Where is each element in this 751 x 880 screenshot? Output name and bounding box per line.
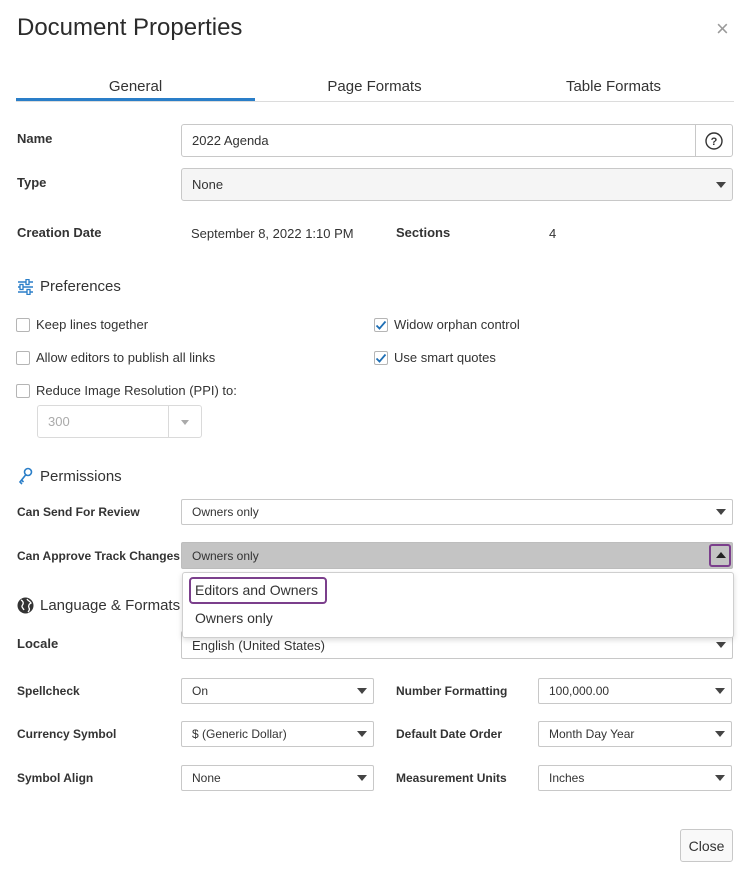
locale-value: English (United States) (192, 637, 325, 653)
symbol-align-label: Symbol Align (17, 771, 94, 785)
active-tab-indicator (16, 98, 255, 101)
date-order-label: Default Date Order (396, 727, 503, 741)
locale-label: Locale (17, 636, 59, 651)
dropdown-option-editors-and-owners[interactable]: Editors and Owners (195, 582, 318, 598)
number-formatting-select[interactable]: 100,000.00 (538, 678, 732, 704)
language-heading: Language & Formats (17, 597, 180, 614)
globe-icon (17, 597, 34, 614)
preferences-heading: Preferences (17, 278, 121, 295)
number-formatting-value: 100,000.00 (549, 684, 610, 698)
sections-label: Sections (396, 225, 451, 240)
measurement-units-value: Inches (549, 771, 585, 785)
keep-lines-checkbox[interactable] (16, 317, 30, 332)
creation-date-value: September 8, 2022 1:10 PM (191, 226, 354, 241)
chevron-down-icon (715, 775, 725, 781)
approve-label: Can Approve Track Changes (17, 549, 180, 563)
tab-page-formats[interactable]: Page Formats (255, 78, 494, 95)
name-input[interactable]: 2022 Agenda (181, 124, 696, 157)
close-button[interactable]: Close (680, 829, 733, 862)
creation-date-label: Creation Date (17, 225, 102, 240)
chevron-down-icon (716, 509, 726, 515)
chevron-down-icon (715, 731, 725, 737)
type-select-value: None (192, 177, 224, 192)
chevron-down-icon (181, 420, 189, 425)
reduce-image-option[interactable]: Reduce Image Resolution (PPI) to: (16, 383, 237, 398)
help-button[interactable]: ? (695, 124, 733, 157)
symbol-align-select[interactable]: None (181, 765, 374, 791)
widow-orphan-label: Widow orphan control (394, 317, 520, 332)
currency-label: Currency Symbol (17, 727, 117, 741)
spellcheck-label: Spellcheck (17, 684, 80, 698)
allow-editors-option[interactable]: Allow editors to publish all links (16, 350, 215, 365)
widow-orphan-option[interactable]: Widow orphan control (374, 317, 520, 332)
chevron-up-icon (716, 552, 726, 558)
send-review-label: Can Send For Review (17, 505, 140, 519)
spellcheck-select[interactable]: On (181, 678, 374, 704)
currency-select[interactable]: $ (Generic Dollar) (181, 721, 374, 747)
reduce-image-label: Reduce Image Resolution (PPI) to: (36, 383, 237, 398)
allow-editors-label: Allow editors to publish all links (36, 350, 216, 365)
chevron-down-icon (716, 181, 726, 188)
symbol-align-value: None (192, 771, 221, 785)
date-order-value: Month Day Year (549, 727, 635, 741)
checkmark-icon (375, 320, 387, 330)
permissions-heading: Permissions (17, 467, 122, 485)
approve-toggle-button[interactable] (709, 544, 731, 567)
ppi-select[interactable]: 300 (37, 405, 202, 438)
allow-editors-checkbox[interactable] (16, 350, 30, 365)
measurement-units-select[interactable]: Inches (538, 765, 732, 791)
currency-value: $ (Generic Dollar) (192, 727, 287, 741)
send-review-select[interactable]: Owners only (181, 499, 733, 525)
chevron-down-icon (357, 688, 367, 694)
sliders-icon (18, 278, 33, 295)
dialog-title: Document Properties (17, 14, 243, 41)
name-label: Name (17, 131, 53, 146)
sections-value: 4 (549, 226, 557, 241)
date-order-select[interactable]: Month Day Year (538, 721, 732, 747)
type-label: Type (17, 175, 47, 190)
close-icon[interactable]: × (716, 18, 729, 40)
chevron-down-icon (716, 642, 726, 648)
type-select[interactable]: None (181, 168, 733, 201)
checkmark-icon (375, 353, 387, 363)
send-review-value: Owners only (192, 505, 259, 519)
approve-dropdown-menu: Editors and Owners Owners only (182, 572, 734, 638)
permissions-title: Permissions (40, 467, 122, 485)
smart-quotes-label: Use smart quotes (394, 350, 496, 365)
tab-general[interactable]: General (16, 78, 255, 95)
key-icon (18, 467, 33, 485)
smart-quotes-checkbox[interactable] (374, 350, 388, 365)
keep-lines-label: Keep lines together (36, 317, 149, 332)
ppi-divider (168, 406, 169, 437)
measurement-units-label: Measurement Units (396, 771, 507, 785)
dropdown-option-owners-only[interactable]: Owners only (195, 610, 273, 626)
name-input-value: 2022 Agenda (192, 133, 269, 148)
preferences-title: Preferences (40, 278, 121, 295)
svg-text:?: ? (711, 136, 718, 148)
smart-quotes-option[interactable]: Use smart quotes (374, 350, 496, 365)
reduce-image-checkbox[interactable] (16, 383, 30, 398)
keep-lines-option[interactable]: Keep lines together (16, 317, 148, 332)
spellcheck-value: On (192, 684, 209, 698)
approve-select[interactable]: Owners only (181, 542, 733, 569)
number-formatting-label: Number Formatting (396, 684, 508, 698)
tab-bar: General Page Formats Table Formats (16, 76, 734, 102)
language-title: Language & Formats (40, 597, 181, 614)
tab-table-formats[interactable]: Table Formats (494, 78, 733, 95)
chevron-down-icon (357, 731, 367, 737)
ppi-value: 300 (48, 414, 70, 429)
question-circle-icon: ? (705, 131, 723, 150)
approve-value: Owners only (192, 548, 259, 563)
chevron-down-icon (357, 775, 367, 781)
widow-orphan-checkbox[interactable] (374, 317, 388, 332)
chevron-down-icon (715, 688, 725, 694)
